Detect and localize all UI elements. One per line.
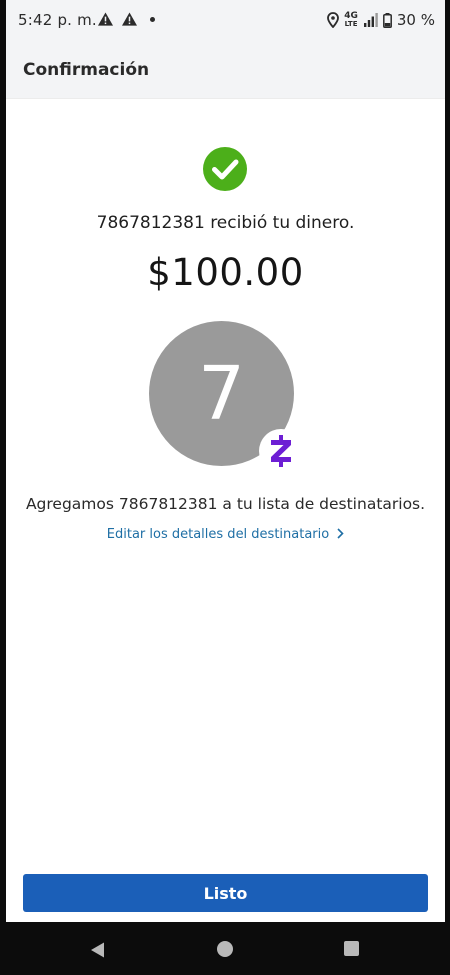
notification-dot bbox=[150, 17, 155, 22]
app-header: Confirmación bbox=[6, 42, 445, 99]
system-nav-bar bbox=[0, 922, 450, 975]
status-indicators: 4G LTE 30 % bbox=[327, 9, 435, 31]
warning-icon bbox=[122, 12, 137, 26]
avatar-initial: 7 bbox=[197, 350, 246, 437]
chevron-right-icon bbox=[337, 528, 344, 539]
battery-percent: 30 % bbox=[396, 11, 435, 29]
back-icon[interactable] bbox=[89, 941, 107, 959]
home-icon[interactable] bbox=[217, 941, 233, 957]
warning-icon bbox=[98, 12, 113, 26]
location-icon bbox=[327, 12, 340, 28]
amount-sent: $100.00 bbox=[147, 251, 304, 294]
network-type: 4G LTE bbox=[344, 11, 358, 29]
status-time: 5:42 p. m. bbox=[18, 11, 97, 29]
signal-icon bbox=[363, 13, 378, 27]
page-title: Confirmación bbox=[23, 60, 150, 80]
edit-recipient-link[interactable]: Editar los detalles del destinatario bbox=[6, 527, 445, 542]
zelle-badge bbox=[259, 429, 303, 473]
status-bar: 5:42 p. m. 4G LTE 30 % bbox=[6, 0, 445, 42]
recents-icon[interactable] bbox=[344, 941, 359, 956]
check-circle-icon bbox=[203, 147, 247, 191]
edit-recipient-label: Editar los detalles del destinatario bbox=[106, 527, 330, 542]
done-button-label: Listo bbox=[203, 883, 248, 903]
done-button[interactable]: Listo bbox=[23, 874, 428, 912]
received-message: 7867812381 recibió tu dinero. bbox=[96, 213, 355, 233]
zelle-icon bbox=[271, 435, 291, 467]
added-message: Agregamos 7867812381 a tu lista de desti… bbox=[25, 495, 426, 513]
app-screen: 5:42 p. m. 4G LTE 30 % Confirmación 7867… bbox=[6, 0, 445, 922]
battery-icon bbox=[382, 12, 392, 28]
